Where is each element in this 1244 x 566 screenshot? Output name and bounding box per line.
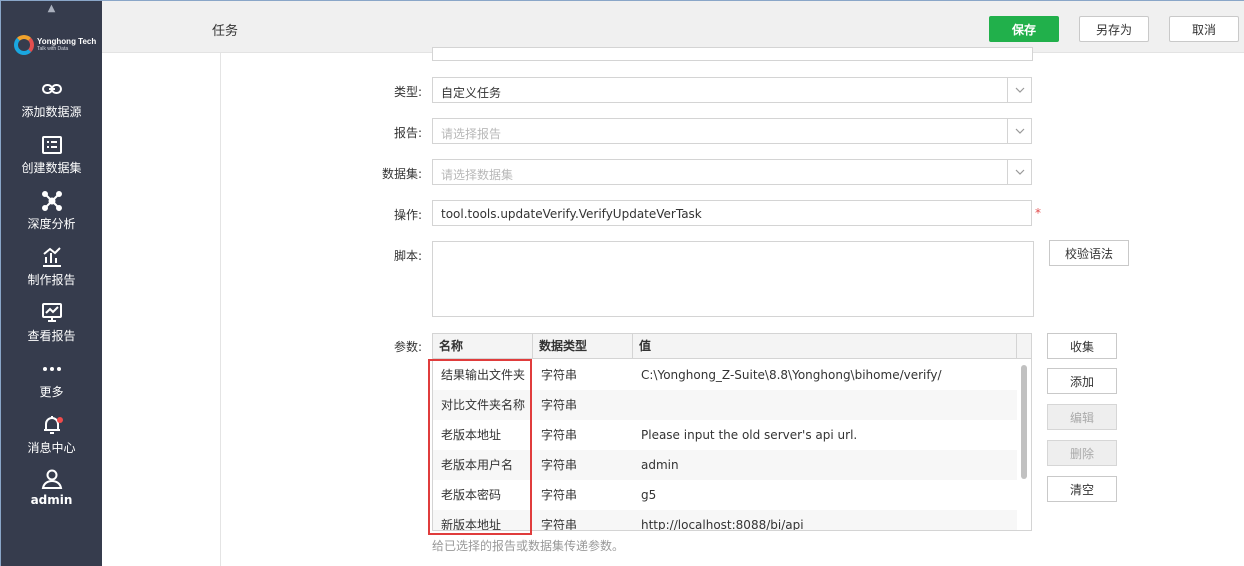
column-header-type[interactable]: 数据类型 <box>533 334 633 359</box>
logo-ring-icon <box>14 35 34 55</box>
type-label: 类型: <box>393 85 422 99</box>
save-button[interactable]: 保存 <box>989 16 1059 42</box>
param-value <box>633 390 1017 420</box>
param-name: 结果输出文件夹 <box>441 368 526 382</box>
logo: Yonghong Tech Talk with Data <box>14 35 96 55</box>
dataset-icon <box>41 136 62 154</box>
monitor-chart-icon <box>41 303 62 322</box>
param-type: 字符串 <box>541 398 578 412</box>
dataset-select[interactable]: 请选择数据集 <box>432 159 1032 185</box>
param-type: 字符串 <box>541 458 578 472</box>
cancel-button[interactable]: 取消 <box>1169 16 1239 42</box>
page-title: 任务 <box>212 24 239 39</box>
user-icon <box>41 469 62 489</box>
nav-user[interactable]: admin <box>1 467 102 517</box>
operation-value: tool.tools.updateVerify.VerifyUpdateVerT… <box>441 207 702 221</box>
nav-create-dataset[interactable]: 创建数据集 <box>1 133 102 183</box>
param-name: 老版本用户名 <box>441 458 514 472</box>
script-textarea[interactable] <box>432 241 1034 317</box>
table-row[interactable]: 老版本密码 字符串 g5 <box>433 480 1017 510</box>
chevron-down-icon <box>1007 160 1031 184</box>
table-row[interactable]: 老版本地址 字符串 Please input the old server's … <box>433 420 1017 450</box>
save-as-button[interactable]: 另存为 <box>1079 16 1149 42</box>
nav-message-center[interactable]: 消息中心 <box>1 413 102 463</box>
param-type: 字符串 <box>541 368 578 382</box>
logo-slogan: Talk with Data <box>37 46 69 52</box>
table-row[interactable]: 对比文件夹名称 字符串 <box>433 390 1017 420</box>
edit-button[interactable]: 编辑 <box>1047 404 1117 430</box>
params-hint: 给已选择的报告或数据集传递参数。 <box>432 539 625 553</box>
nav-make-report[interactable]: 制作报告 <box>1 245 102 295</box>
table-row[interactable]: 新版本地址 字符串 http://localhost:8088/bi/api <box>433 510 1017 531</box>
logo-brand: Yonghong Tech <box>37 37 97 46</box>
clear-button[interactable]: 清空 <box>1047 476 1117 502</box>
nav-label: 添加数据源 <box>21 105 82 119</box>
required-mark: * <box>1035 206 1041 220</box>
task-form: 类型: 自定义任务 报告: 请选择报告 数据集: 请选择数据集 操作: tool… <box>102 47 1244 566</box>
nav-label: 制作报告 <box>27 273 76 287</box>
chevron-down-icon <box>1007 119 1031 143</box>
scrollbar-thumb[interactable] <box>1021 365 1027 479</box>
add-button[interactable]: 添加 <box>1047 368 1117 394</box>
type-value: 自定义任务 <box>441 86 502 100</box>
param-type: 字符串 <box>541 428 578 442</box>
table-row[interactable]: 结果输出文件夹 字符串 C:\Yonghong_Z-Suite\8.8\Yong… <box>433 360 1017 390</box>
column-header-value[interactable]: 值 <box>633 334 1017 359</box>
params-table: 名称 数据类型 值 结果输出文件夹 字符串 C:\Yonghong_Z-Suit… <box>432 333 1032 531</box>
param-type: 字符串 <box>541 488 578 502</box>
report-placeholder: 请选择报告 <box>441 127 502 141</box>
header: 任务 保存 另存为 取消 <box>102 1 1244 53</box>
collect-button[interactable]: 收集 <box>1047 333 1117 359</box>
param-name: 对比文件夹名称 <box>441 398 526 412</box>
param-type: 字符串 <box>541 518 578 531</box>
sidebar: ▲ Yonghong Tech Talk with Data 添加数据源 创建数… <box>1 1 102 566</box>
param-name: 老版本地址 <box>441 428 502 442</box>
unread-dot <box>57 417 63 423</box>
report-label: 报告: <box>393 126 422 140</box>
param-value: http://localhost:8088/bi/api <box>641 518 804 531</box>
type-select[interactable]: 自定义任务 <box>432 77 1032 103</box>
nav-label: 创建数据集 <box>21 161 82 175</box>
more-dots-icon <box>42 367 61 371</box>
script-label: 脚本: <box>393 249 422 263</box>
operation-input[interactable]: tool.tools.updateVerify.VerifyUpdateVerT… <box>432 200 1032 226</box>
param-value: Please input the old server's api url. <box>641 428 858 442</box>
nav-deep-analysis[interactable]: 深度分析 <box>1 189 102 239</box>
param-name: 新版本地址 <box>441 518 502 531</box>
analysis-icon <box>41 191 62 211</box>
chevron-down-icon <box>1007 78 1031 102</box>
nav-label: 查看报告 <box>27 329 76 343</box>
top-field-partial[interactable] <box>432 47 1033 61</box>
table-header: 名称 数据类型 值 <box>433 334 1031 359</box>
params-label: 参数: <box>393 340 422 354</box>
divider <box>220 53 221 566</box>
nav-label: 更多 <box>39 385 64 399</box>
collapse-up-icon[interactable]: ▲ <box>1 1 102 15</box>
nav-label: 深度分析 <box>27 217 76 231</box>
column-header-name[interactable]: 名称 <box>433 334 533 359</box>
nav-label: admin <box>30 493 73 507</box>
param-name: 老版本密码 <box>441 488 502 502</box>
delete-button[interactable]: 删除 <box>1047 440 1117 466</box>
param-value: C:\Yonghong_Z-Suite\8.8\Yonghong\bihome/… <box>641 368 942 382</box>
dataset-label: 数据集: <box>381 167 422 181</box>
check-syntax-button[interactable]: 校验语法 <box>1049 240 1129 266</box>
bar-chart-icon <box>42 247 61 267</box>
dataset-placeholder: 请选择数据集 <box>441 168 514 182</box>
nav-more[interactable]: 更多 <box>1 357 102 407</box>
operation-label: 操作: <box>393 208 422 222</box>
table-row[interactable]: 老版本用户名 字符串 admin <box>433 450 1017 480</box>
link-icon <box>41 84 62 94</box>
param-value: g5 <box>641 488 657 502</box>
param-value: admin <box>641 458 679 472</box>
report-select[interactable]: 请选择报告 <box>432 118 1032 144</box>
nav-add-datasource[interactable]: 添加数据源 <box>1 77 102 127</box>
nav-label: 消息中心 <box>27 441 76 455</box>
nav-view-report[interactable]: 查看报告 <box>1 301 102 351</box>
